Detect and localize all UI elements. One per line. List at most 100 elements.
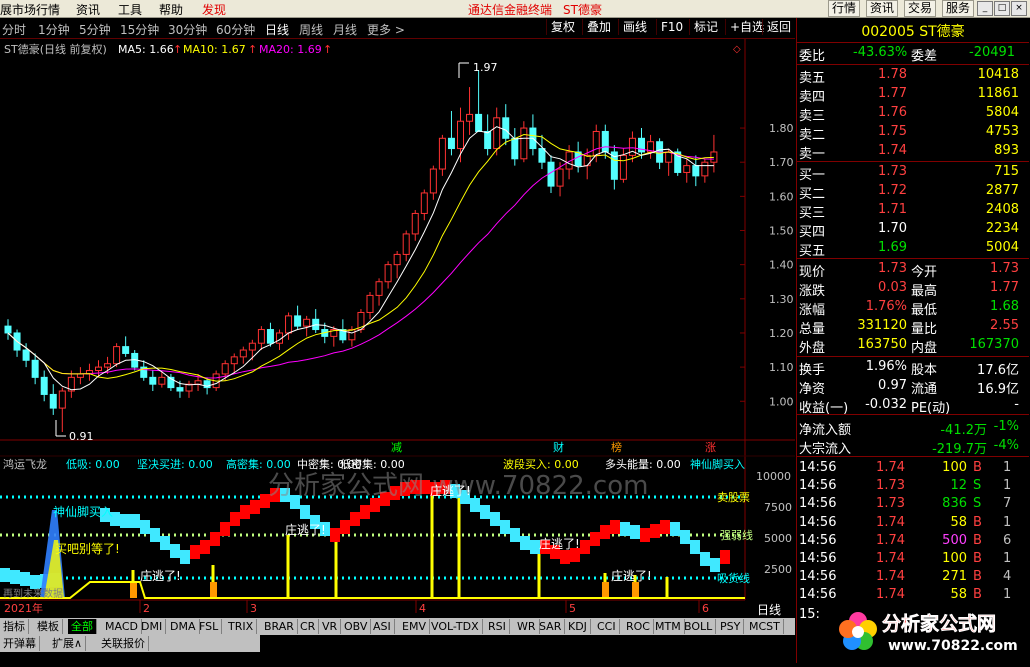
tab-dma[interactable]: DMA bbox=[167, 619, 200, 634]
top-button-trade[interactable]: 交易 bbox=[904, 0, 937, 17]
period-30min[interactable]: 30分钟 bbox=[168, 21, 207, 38]
date-label-mar: 3 bbox=[250, 602, 257, 615]
overlay-button[interactable]: 叠加 bbox=[582, 19, 615, 35]
ribbon-segment bbox=[210, 532, 220, 546]
period-1min[interactable]: 1分钟 bbox=[38, 21, 70, 38]
quote-stat2-row: 换手 1.96% 股本 17.6亿 bbox=[797, 358, 1029, 378]
candle-body bbox=[601, 130, 609, 153]
tab-cci[interactable]: CCI bbox=[594, 619, 620, 634]
tab-sar[interactable]: SAR bbox=[536, 619, 566, 634]
tick-price: 1.73 bbox=[876, 478, 905, 494]
top-button-quotes[interactable]: 行情 bbox=[828, 0, 861, 17]
adjust-button[interactable]: 复权 bbox=[546, 19, 579, 35]
label-escape-4: 庄逃了! bbox=[539, 536, 580, 551]
diamond-icon[interactable]: ◇ bbox=[733, 44, 741, 55]
f10-button[interactable]: F10 bbox=[656, 19, 687, 35]
tab-item[interactable]: 扩展∧ bbox=[49, 636, 87, 651]
flow-percent: -1% bbox=[993, 419, 1019, 434]
tab-rsi[interactable]: RSI bbox=[485, 619, 510, 634]
candle-body bbox=[475, 113, 483, 132]
minimize-icon[interactable]: _ bbox=[977, 1, 993, 16]
tick-volume: 500 bbox=[942, 532, 967, 548]
weibi-value: -43.63% bbox=[853, 45, 908, 60]
mark-button[interactable]: 标记 bbox=[689, 19, 722, 35]
ribbon-segment bbox=[490, 512, 500, 526]
stat2-value: 1.96% bbox=[865, 359, 907, 374]
tab-obv[interactable]: OBV bbox=[341, 619, 372, 634]
tab-kdj[interactable]: KDJ bbox=[565, 619, 591, 634]
tab-brar[interactable]: BRAR bbox=[261, 619, 298, 634]
period-more[interactable]: 更多 > bbox=[367, 21, 405, 38]
tab-macd[interactable]: MACD bbox=[102, 619, 142, 634]
candle-body bbox=[628, 137, 636, 156]
maximize-icon[interactable]: □ bbox=[994, 1, 1010, 16]
menu-news[interactable]: 资讯 bbox=[76, 1, 100, 18]
tab-mtm[interactable]: MTM bbox=[652, 619, 685, 634]
sell-level-row: 卖三 1.76 5804 bbox=[797, 104, 1029, 124]
tick-volume: 100 bbox=[942, 551, 967, 566]
quote-stat-row: 涨幅 1.76% 最低 1.68 bbox=[797, 298, 1029, 318]
tab-asi[interactable]: ASI bbox=[370, 619, 395, 634]
period-monthly[interactable]: 月线 bbox=[333, 21, 357, 38]
ribbon-segment bbox=[340, 520, 350, 534]
period-60min[interactable]: 60分钟 bbox=[216, 21, 255, 38]
candle-body bbox=[158, 376, 166, 385]
buy-level-volume: 5004 bbox=[985, 240, 1019, 255]
sell-level-price: 1.77 bbox=[878, 86, 907, 101]
tab-emv[interactable]: EMV bbox=[399, 619, 430, 634]
date-label-feb: 2 bbox=[143, 602, 150, 615]
menu-market[interactable]: 展市场行情 bbox=[0, 1, 60, 18]
period-weekly[interactable]: 周线 bbox=[299, 21, 323, 38]
tick-count: 1 bbox=[1003, 551, 1012, 566]
sell-level-label: 卖一 bbox=[799, 147, 826, 162]
tab-roc[interactable]: ROC bbox=[623, 619, 654, 634]
tab-psy[interactable]: PSY bbox=[717, 619, 745, 634]
candle-body bbox=[429, 168, 437, 194]
sell-level-volume: 11861 bbox=[977, 86, 1019, 101]
period-15min[interactable]: 15分钟 bbox=[120, 21, 159, 38]
draw-button[interactable]: 画线 bbox=[618, 19, 651, 35]
period-daily[interactable]: 日线 bbox=[265, 21, 289, 38]
tab-dmi[interactable]: DMI bbox=[138, 619, 167, 634]
back-button[interactable]: 返回 bbox=[762, 19, 795, 35]
tab-item[interactable]: 关联报价 bbox=[98, 636, 149, 651]
tab-vr[interactable]: VR bbox=[319, 619, 342, 634]
candle-body bbox=[411, 212, 419, 235]
menu-tools[interactable]: 工具 bbox=[118, 1, 142, 18]
event-marker-rise[interactable]: 涨 bbox=[705, 441, 716, 454]
quote-stat-row: 涨跌 0.03 最高 1.77 bbox=[797, 279, 1029, 299]
ribbon-segment bbox=[360, 505, 370, 519]
tab-item[interactable]: 模板 bbox=[34, 619, 63, 634]
close-icon[interactable]: × bbox=[1011, 1, 1027, 16]
tab-item[interactable]: 全部 bbox=[68, 619, 97, 634]
buy-level-volume: 2234 bbox=[985, 221, 1019, 236]
menu-help[interactable]: 帮助 bbox=[159, 1, 183, 18]
event-marker-finance[interactable]: 财 bbox=[553, 440, 564, 454]
buy-level-label: 买四 bbox=[799, 225, 826, 240]
menu-discover[interactable]: 发现 bbox=[202, 1, 226, 18]
indicator-title-row: 鸿运飞龙 低吸: 0.00 坚决买进: 0.00 高密集: 0.00 中密集: 0.00… bbox=[3, 457, 745, 471]
period-5min[interactable]: 5分钟 bbox=[79, 21, 111, 38]
flow-value: -219.7万 bbox=[932, 442, 987, 457]
kline-chart[interactable]: 1.80 1.70 1.60 1.50 1.40 1.30 1.20 1.10 1.00 ST德… bbox=[0, 39, 795, 659]
period-tick[interactable]: 分时 bbox=[2, 21, 26, 38]
tick-row: 14:56 1.74 100 B 1 bbox=[797, 550, 1029, 569]
tab-mcst[interactable]: MCST bbox=[746, 619, 784, 634]
date-axis-period[interactable]: 日线 bbox=[757, 603, 781, 617]
tab-item[interactable]: 开弹幕 bbox=[0, 636, 40, 651]
candle-body bbox=[31, 359, 39, 378]
candle-body bbox=[176, 387, 184, 392]
accumulate-line-label: 吸货线 bbox=[717, 571, 750, 585]
event-marker-reduce[interactable]: 减 bbox=[391, 441, 402, 454]
top-button-news[interactable]: 资讯 bbox=[866, 0, 899, 17]
top-button-service[interactable]: 服务 bbox=[942, 0, 975, 17]
tab-fsl[interactable]: FSL bbox=[196, 619, 223, 634]
tab-boll[interactable]: BOLL bbox=[681, 619, 717, 634]
event-marker-board[interactable]: 榜 bbox=[611, 440, 622, 454]
tick-volume: 271 bbox=[942, 569, 967, 585]
tab-trix[interactable]: TRIX bbox=[225, 619, 258, 634]
tab-cr[interactable]: CR bbox=[297, 619, 320, 634]
tab-item[interactable]: 指标 bbox=[0, 619, 29, 634]
tab-vol-tdx[interactable]: VOL-TDX bbox=[428, 619, 483, 634]
buy-level-volume: 2408 bbox=[985, 202, 1019, 217]
